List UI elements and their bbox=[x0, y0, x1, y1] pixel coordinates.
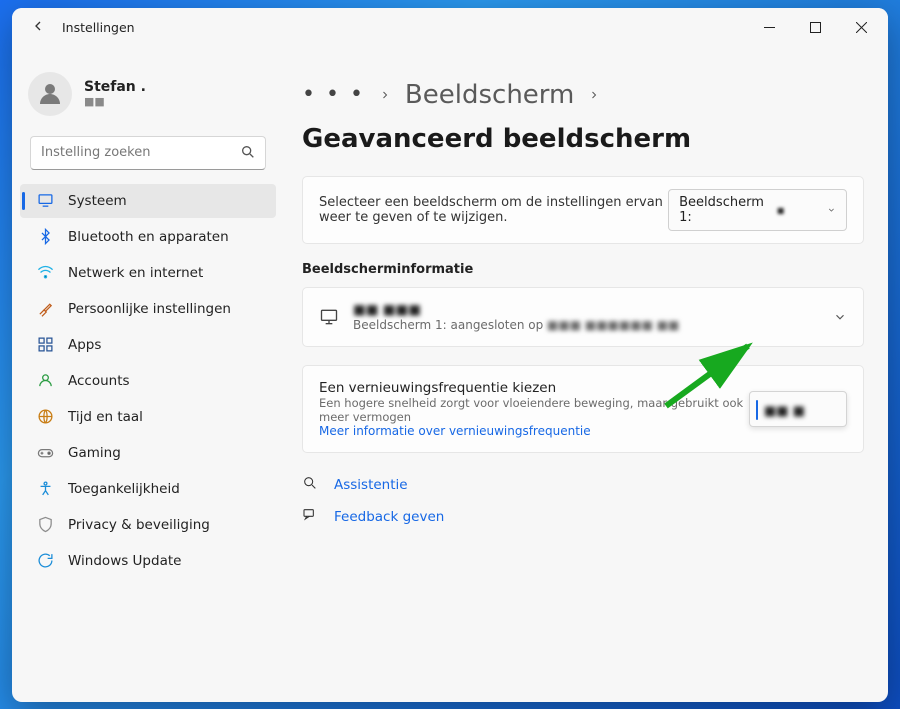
sidebar-item-toegankelijkheid[interactable]: Toegankelijkheid bbox=[20, 472, 276, 506]
help-icon bbox=[302, 475, 320, 495]
monitor-icon bbox=[319, 307, 339, 327]
sidebar-item-systeem[interactable]: Systeem bbox=[20, 184, 276, 218]
sidebar-item-privacy-beveiliging[interactable]: Privacy & beveiliging bbox=[20, 508, 276, 542]
sidebar-item-label: Persoonlijke instellingen bbox=[68, 301, 231, 317]
sidebar-item-bluetooth-en-apparaten[interactable]: Bluetooth en apparaten bbox=[20, 220, 276, 254]
sidebar: Stefan . ■■ Systeem Bluetooth en apparate… bbox=[12, 48, 284, 702]
monitor-icon bbox=[36, 192, 54, 210]
display-info-card[interactable]: ■■ ■■■ Beeldscherm 1: aangesloten op ■■■… bbox=[302, 287, 864, 347]
wifi-icon bbox=[36, 264, 54, 282]
search-box[interactable] bbox=[30, 136, 266, 170]
display-connection: Beeldscherm 1: aangesloten op ■■■ ■■■■■■… bbox=[353, 318, 679, 332]
accessibility-icon bbox=[36, 480, 54, 498]
sidebar-item-label: Apps bbox=[68, 337, 101, 353]
refresh-rate-dropdown[interactable]: ■■ ■ bbox=[749, 391, 847, 427]
sidebar-item-tijd-en-taal[interactable]: Tijd en taal bbox=[20, 400, 276, 434]
user-name: Stefan . bbox=[84, 79, 146, 95]
minimize-button[interactable] bbox=[746, 9, 792, 47]
aux-links: Assistentie Feedback geven bbox=[302, 475, 864, 527]
nav: Systeem Bluetooth en apparaten Netwerk en … bbox=[20, 184, 276, 578]
refresh-title: Een vernieuwingsfrequentie kiezen bbox=[319, 380, 749, 396]
titlebar: Instellingen bbox=[12, 8, 888, 48]
user-status: ■■ bbox=[84, 95, 146, 108]
display-model: ■■ ■■■ bbox=[353, 302, 679, 318]
apps-icon bbox=[36, 336, 54, 354]
chevron-right-icon bbox=[379, 88, 391, 102]
feedback-link[interactable]: Feedback geven bbox=[302, 507, 864, 527]
refresh-more-link[interactable]: Meer informatie over vernieuwingsfrequen… bbox=[319, 424, 749, 438]
settings-window: Instellingen Stefan . ■■ bbox=[12, 8, 888, 702]
sidebar-item-label: Systeem bbox=[68, 193, 127, 209]
sidebar-item-label: Toegankelijkheid bbox=[68, 481, 180, 497]
breadcrumb-more[interactable]: • • • bbox=[302, 82, 365, 107]
gamepad-icon bbox=[36, 444, 54, 462]
breadcrumb: • • • Beeldscherm Geavanceerd beeldscher… bbox=[302, 80, 864, 154]
display-selector[interactable]: Beeldscherm 1: ▪ bbox=[668, 189, 847, 231]
refresh-rate-card: Een vernieuwingsfrequentie kiezen Een ho… bbox=[302, 365, 864, 453]
assistance-label: Assistentie bbox=[334, 477, 408, 493]
sidebar-item-label: Gaming bbox=[68, 445, 121, 461]
sidebar-item-label: Privacy & beveiliging bbox=[68, 517, 210, 533]
close-button[interactable] bbox=[838, 9, 884, 47]
maximize-button[interactable] bbox=[792, 9, 838, 47]
globe-icon bbox=[36, 408, 54, 426]
bluetooth-icon bbox=[36, 228, 54, 246]
chevron-down-icon bbox=[827, 205, 836, 215]
user-account[interactable]: Stefan . ■■ bbox=[20, 66, 276, 132]
sidebar-item-gaming[interactable]: Gaming bbox=[20, 436, 276, 470]
assistance-link[interactable]: Assistentie bbox=[302, 475, 864, 495]
update-icon bbox=[36, 552, 54, 570]
page-title: Geavanceerd beeldscherm bbox=[302, 124, 691, 154]
sidebar-item-persoonlijke-instellingen[interactable]: Persoonlijke instellingen bbox=[20, 292, 276, 326]
search-input[interactable] bbox=[30, 136, 266, 170]
avatar bbox=[28, 72, 72, 116]
sidebar-item-netwerk-en-internet[interactable]: Netwerk en internet bbox=[20, 256, 276, 290]
display-selector-value: Beeldscherm 1: bbox=[679, 195, 768, 225]
back-button[interactable] bbox=[30, 18, 62, 38]
person-icon bbox=[36, 372, 54, 390]
window-title: Instellingen bbox=[62, 20, 135, 35]
display-selector-card: Selecteer een beeldscherm om de instelli… bbox=[302, 176, 864, 244]
feedback-label: Feedback geven bbox=[334, 509, 444, 525]
refresh-rate-value: ■■ ■ bbox=[764, 404, 805, 419]
shield-icon bbox=[36, 516, 54, 534]
breadcrumb-prev[interactable]: Beeldscherm bbox=[405, 80, 574, 110]
chevron-right-icon bbox=[588, 88, 600, 102]
chevron-down-icon bbox=[833, 310, 847, 324]
sidebar-item-accounts[interactable]: Accounts bbox=[20, 364, 276, 398]
section-display-info: Beeldscherminformatie bbox=[302, 262, 864, 277]
sidebar-item-windows-update[interactable]: Windows Update bbox=[20, 544, 276, 578]
sidebar-item-label: Tijd en taal bbox=[68, 409, 143, 425]
search-icon bbox=[240, 144, 256, 164]
sidebar-item-label: Accounts bbox=[68, 373, 130, 389]
sidebar-item-label: Bluetooth en apparaten bbox=[68, 229, 229, 245]
display-selector-desc: Selecteer een beeldscherm om de instelli… bbox=[319, 195, 668, 225]
sidebar-item-label: Windows Update bbox=[68, 553, 181, 569]
sidebar-item-label: Netwerk en internet bbox=[68, 265, 203, 281]
sidebar-item-apps[interactable]: Apps bbox=[20, 328, 276, 362]
brush-icon bbox=[36, 300, 54, 318]
refresh-desc: Een hogere snelheid zorgt voor vloeiende… bbox=[319, 396, 749, 424]
feedback-icon bbox=[302, 507, 320, 527]
main-content: • • • Beeldscherm Geavanceerd beeldscher… bbox=[284, 48, 888, 702]
